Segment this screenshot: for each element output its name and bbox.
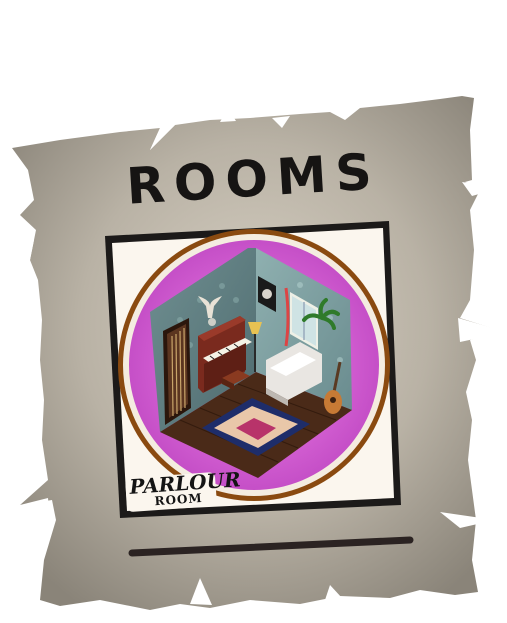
room-name-label: PARLOUR ROOM <box>125 467 241 515</box>
door-icon <box>163 318 191 425</box>
rooms-poster: ROOMS PARLOUR ROOM <box>0 0 507 623</box>
